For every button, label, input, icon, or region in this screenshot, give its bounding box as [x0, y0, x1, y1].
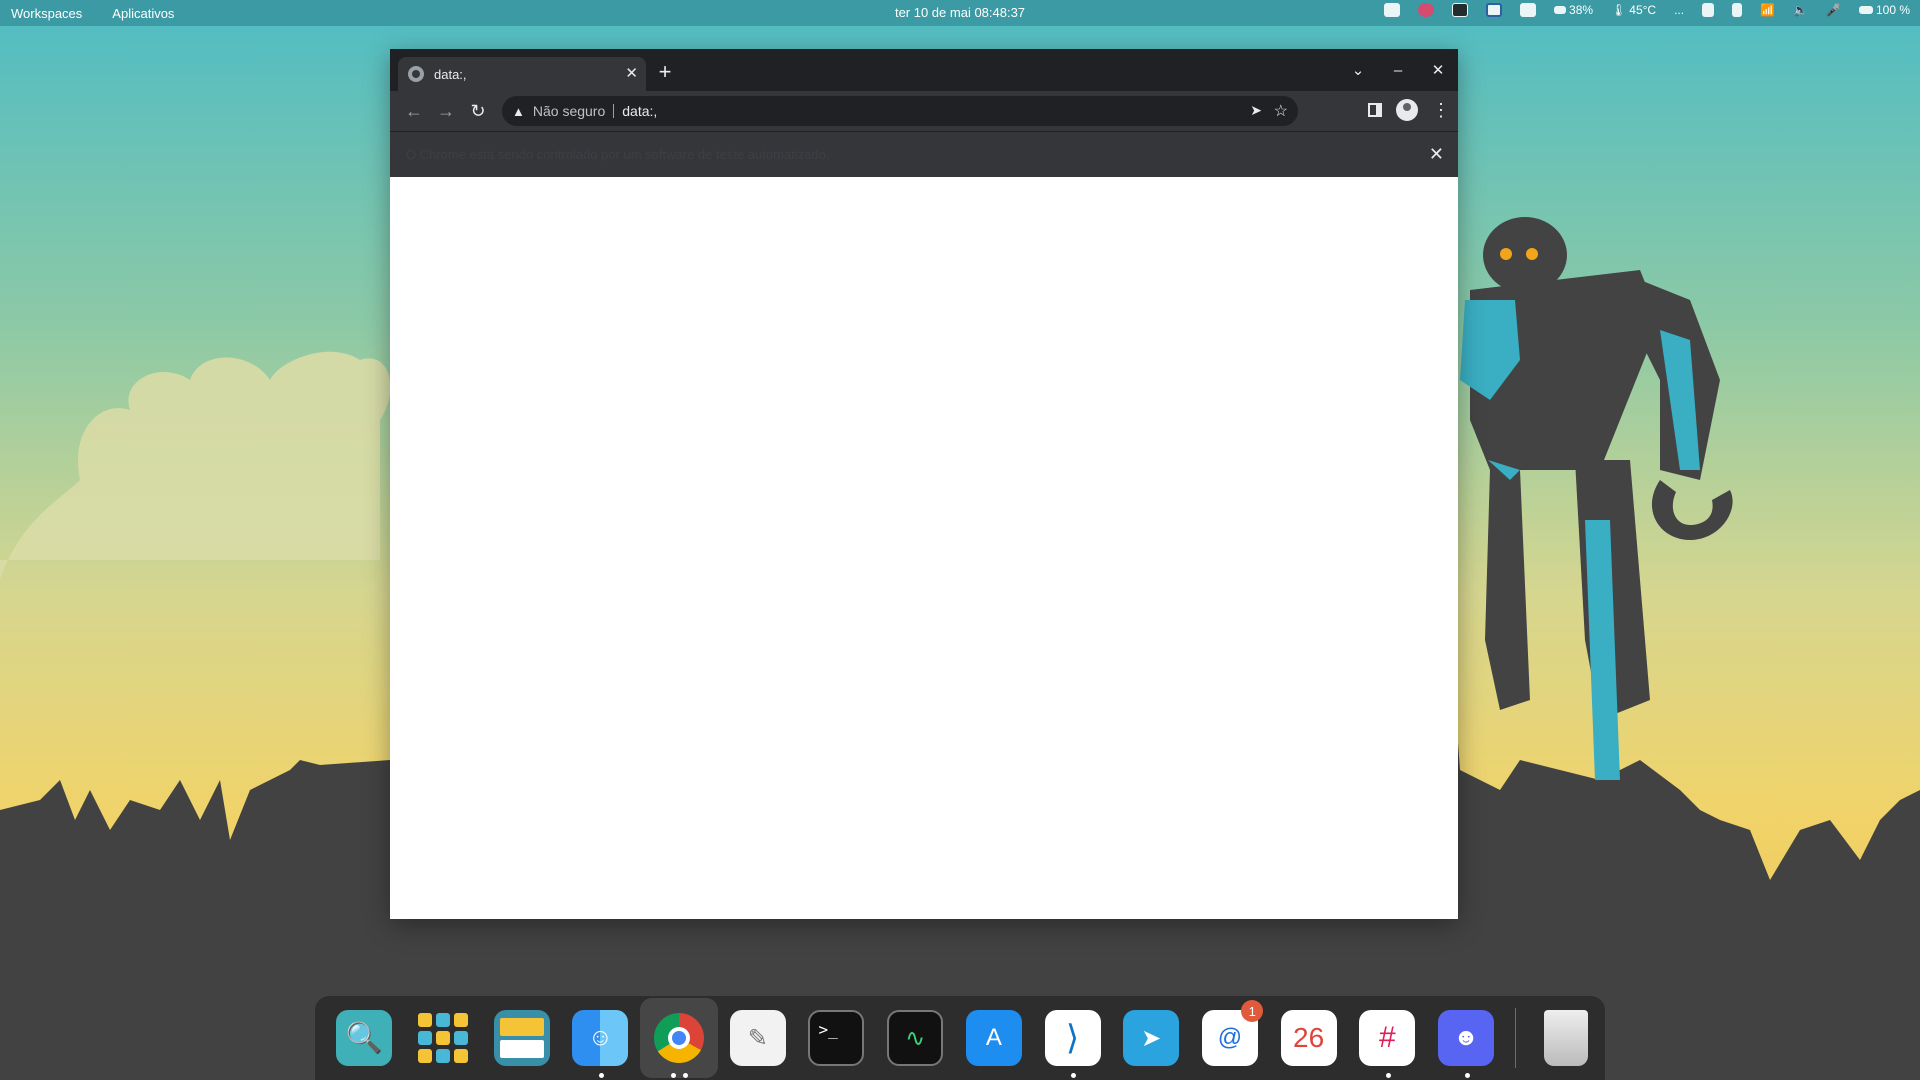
chrome-window: data:, ✕ + ⌄ – ✕ ← → ↻ ▲ Não seguro data… — [390, 49, 1458, 919]
dock-separator — [1515, 1008, 1517, 1068]
dock-calendar[interactable]: 26 — [1269, 998, 1348, 1078]
dock-text-editor[interactable]: ✎ — [718, 998, 797, 1078]
running-indicator — [1464, 1073, 1470, 1078]
window-controls: ⌄ – ✕ — [1338, 49, 1458, 91]
thermometer-icon: 🌡 — [1611, 3, 1627, 17]
slack-icon: # — [1359, 1010, 1416, 1066]
notepad-icon: ✎ — [729, 1010, 786, 1066]
running-indicator — [670, 1073, 676, 1078]
address-bar[interactable]: ▲ Não seguro data:, ➤ ☆ — [502, 96, 1298, 126]
overflow-indicator[interactable]: ... — [1674, 3, 1684, 17]
battery-icon — [1554, 6, 1567, 14]
terminal-icon: >_ — [808, 1010, 865, 1066]
battery-percent-b: 100 % — [1875, 3, 1910, 17]
discord-tray-icon[interactable] — [1384, 3, 1401, 17]
chrome-icon — [654, 1013, 705, 1063]
finder-face-icon: ☺ — [572, 1010, 629, 1066]
dock-search[interactable]: 🔍 — [325, 998, 404, 1078]
volume-icon[interactable]: 🔈 — [1793, 3, 1808, 17]
system-tray: 38% 🌡 45°C ... 📶 🔈 🎤 100 % — [1384, 3, 1910, 17]
tab-search-icon[interactable]: ⌄ — [1338, 61, 1378, 79]
dock-chrome[interactable] — [639, 998, 719, 1078]
infobar-text: O Chrome está sendo controlado por um so… — [406, 147, 830, 162]
notification-badge: 1 — [1241, 1000, 1264, 1022]
dock-activity-monitor[interactable]: ∿ — [876, 998, 955, 1078]
dock-mail[interactable]: @ 1 — [1191, 998, 1270, 1078]
dock: 🔍 ☺ ✎ >_ ∿ A ⟩ ➤ @ 1 26 # ☻ — [315, 996, 1605, 1080]
automation-infobar: O Chrome está sendo controlado por um so… — [390, 131, 1458, 177]
back-icon[interactable]: ← — [398, 101, 430, 122]
applications-button[interactable]: Aplicativos — [112, 6, 174, 21]
menu-kebab-icon[interactable]: ⋮ — [1432, 101, 1450, 119]
toolbar-right: ⋮ — [1368, 99, 1450, 121]
running-indicator — [682, 1073, 688, 1078]
running-indicator — [1385, 1073, 1391, 1078]
side-panel-icon[interactable] — [1368, 103, 1382, 117]
dock-finder[interactable]: ☺ — [561, 998, 640, 1078]
dock-telegram[interactable]: ➤ — [1112, 998, 1191, 1078]
battery-indicator-b[interactable]: 100 % — [1858, 3, 1910, 17]
minimize-icon[interactable]: – — [1378, 62, 1418, 79]
battery-percent-a: 38% — [1569, 3, 1594, 17]
dock-terminal[interactable]: >_ — [797, 998, 876, 1078]
running-indicator — [599, 1073, 605, 1078]
tab-title: data:, — [434, 66, 467, 82]
robot-illustration — [1460, 217, 1733, 780]
calendar-icon: 26 — [1280, 1010, 1337, 1066]
send-icon[interactable]: ➤ — [1250, 102, 1262, 119]
terminal-tray-icon[interactable] — [1452, 3, 1469, 17]
tab-strip: data:, ✕ + ⌄ – ✕ — [390, 49, 1458, 91]
dock-vscode[interactable]: ⟩ — [1033, 998, 1112, 1078]
dock-discord[interactable]: ☻ — [1427, 998, 1506, 1078]
security-label[interactable]: Não seguro — [533, 104, 615, 118]
window-tray-icon[interactable] — [1486, 3, 1503, 17]
running-indicator — [1071, 1073, 1077, 1078]
paper-plane-icon: ➤ — [1123, 1010, 1180, 1066]
battery-indicator-a[interactable]: 38% — [1554, 3, 1593, 17]
windows-icon — [493, 1010, 550, 1066]
bookmark-star-icon[interactable]: ☆ — [1274, 101, 1288, 121]
browser-toolbar: ← → ↻ ▲ Não seguro data:, ➤ ☆ ⋮ — [390, 91, 1458, 131]
dock-app-store[interactable]: A — [955, 998, 1034, 1078]
app-store-icon: A — [965, 1010, 1022, 1066]
trash-icon — [1543, 1010, 1588, 1066]
grid-icon — [415, 1010, 471, 1066]
clock[interactable]: ter 10 de mai 08:48:37 — [895, 5, 1025, 20]
dock-trash[interactable] — [1526, 998, 1605, 1078]
globe-icon — [408, 66, 424, 82]
url-text[interactable]: data:, — [622, 103, 657, 119]
battery-charging-icon — [1858, 6, 1873, 14]
dock-app-grid[interactable] — [404, 998, 483, 1078]
profile-avatar[interactable] — [1396, 99, 1418, 121]
heartbeat-icon: ∿ — [887, 1010, 944, 1066]
dock-slack[interactable]: # — [1348, 998, 1427, 1078]
temperature-value: 45°C — [1629, 3, 1657, 17]
microphone-icon[interactable]: 🎤 — [1826, 3, 1841, 17]
top-panel: Workspaces Aplicativos ter 10 de mai 08:… — [0, 0, 1920, 26]
wifi-icon[interactable]: 📶 — [1760, 3, 1775, 17]
screens-tray-icon[interactable] — [1520, 3, 1537, 17]
dock-workspaces[interactable] — [482, 998, 561, 1078]
page-content[interactable] — [390, 177, 1458, 919]
warning-icon[interactable]: ▲ — [512, 104, 525, 119]
close-tab-icon[interactable]: ✕ — [625, 64, 638, 82]
workspaces-button[interactable]: Workspaces — [11, 6, 82, 21]
new-tab-button[interactable]: + — [652, 59, 678, 85]
close-window-icon[interactable]: ✕ — [1418, 61, 1458, 79]
discord-icon: ☻ — [1437, 1010, 1494, 1066]
clipboard-tray-icon[interactable] — [1732, 3, 1743, 17]
forward-icon[interactable]: → — [430, 101, 462, 122]
close-infobar-icon[interactable]: ✕ — [1429, 144, 1444, 165]
bug-tray-icon[interactable] — [1418, 3, 1435, 17]
reload-icon[interactable]: ↻ — [462, 101, 494, 122]
vscode-icon: ⟩ — [1044, 1010, 1101, 1066]
magnifier-icon: 🔍 — [336, 1010, 393, 1066]
temperature-indicator[interactable]: 🌡 45°C — [1611, 3, 1656, 17]
tab-active[interactable]: data:, ✕ — [398, 57, 646, 91]
app-tray-icon[interactable] — [1702, 3, 1715, 17]
